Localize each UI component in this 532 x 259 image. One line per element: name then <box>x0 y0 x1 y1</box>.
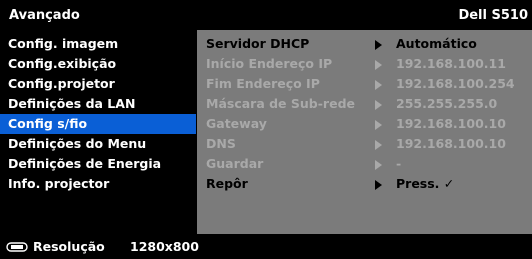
setting-value: Press. ✓ <box>396 176 455 191</box>
setting-value: 192.168.100.11 <box>396 56 506 71</box>
menu-item-label: Info. projector <box>8 176 110 191</box>
brand-model: Dell S510 <box>458 8 528 23</box>
setting-label: Repôr <box>206 176 248 191</box>
status-bar: Resolução 1280x800 <box>0 234 532 259</box>
arrow-right-icon <box>375 140 382 150</box>
main-menu: Config. imagem Config.exibição Config.pr… <box>0 30 196 234</box>
input-source-icon <box>6 242 28 252</box>
setting-row-reset[interactable]: Repôr Press. ✓ <box>197 174 532 194</box>
setting-label: Servidor DHCP <box>206 36 310 51</box>
setting-value: 192.168.100.254 <box>396 76 515 91</box>
projector-osd: Avançado Dell S510 Config. imagem Config… <box>0 0 532 259</box>
setting-label: Início Endereço IP <box>206 56 333 71</box>
setting-row-ip-end[interactable]: Fim Endereço IP 192.168.100.254 <box>197 74 532 94</box>
setting-row-gateway[interactable]: Gateway 192.168.100.10 <box>197 114 532 134</box>
setting-row-subnet-mask[interactable]: Máscara de Sub-rede 255.255.255.0 <box>197 94 532 114</box>
arrow-right-icon <box>375 100 382 110</box>
arrow-right-icon <box>375 40 382 50</box>
setting-label: DNS <box>206 136 236 151</box>
resolution-value: 1280x800 <box>130 239 199 254</box>
arrow-right-icon <box>375 60 382 70</box>
menu-item-config-exibicao[interactable]: Config.exibição <box>0 54 196 74</box>
setting-value: Automático <box>396 36 477 51</box>
resolution-label: Resolução <box>33 239 105 254</box>
arrow-right-icon <box>375 180 382 190</box>
arrow-right-icon <box>375 160 382 170</box>
setting-label: Gateway <box>206 116 267 131</box>
menu-item-label: Definições da LAN <box>8 96 136 111</box>
setting-value: 192.168.100.10 <box>396 136 506 151</box>
menu-item-definicoes-menu[interactable]: Definições do Menu <box>0 134 196 154</box>
setting-row-ip-start[interactable]: Início Endereço IP 192.168.100.11 <box>197 54 532 74</box>
menu-item-config-sem-fio[interactable]: Config s/fio <box>0 114 196 134</box>
menu-item-label: Config.exibição <box>8 56 117 71</box>
menu-item-label: Config.projetor <box>8 76 115 91</box>
setting-value: - <box>396 156 402 171</box>
setting-row-save[interactable]: Guardar - <box>197 154 532 174</box>
menu-item-label: Config s/fio <box>8 116 88 131</box>
setting-row-dns[interactable]: DNS 192.168.100.10 <box>197 134 532 154</box>
menu-item-label: Definições de Energia <box>8 156 162 171</box>
setting-value: 255.255.255.0 <box>396 96 498 111</box>
wireless-settings-panel: Servidor DHCP Automático Início Endereço… <box>197 30 532 234</box>
setting-label: Máscara de Sub-rede <box>206 96 355 111</box>
menu-item-config-imagem[interactable]: Config. imagem <box>0 34 196 54</box>
setting-label: Fim Endereço IP <box>206 76 320 91</box>
menu-item-info-projector[interactable]: Info. projector <box>0 174 196 194</box>
menu-title: Avançado <box>9 8 80 23</box>
menu-item-label: Definições do Menu <box>8 136 147 151</box>
menu-item-label: Config. imagem <box>8 36 119 51</box>
arrow-right-icon <box>375 80 382 90</box>
arrow-right-icon <box>375 120 382 130</box>
menu-item-definicoes-energia[interactable]: Definições de Energia <box>0 154 196 174</box>
setting-value: 192.168.100.10 <box>396 116 506 131</box>
setting-label: Guardar <box>206 156 264 171</box>
menu-item-config-projetor[interactable]: Config.projetor <box>0 74 196 94</box>
title-bar: Avançado Dell S510 <box>0 0 532 30</box>
setting-row-dhcp-server[interactable]: Servidor DHCP Automático <box>197 34 532 54</box>
menu-item-definicoes-lan[interactable]: Definições da LAN <box>0 94 196 114</box>
